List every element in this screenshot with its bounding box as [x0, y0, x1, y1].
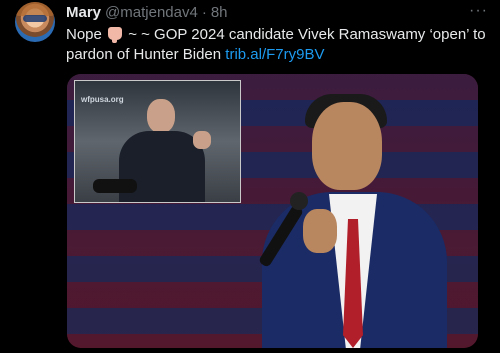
- tweet-text: Nope ~ ~ GOP 2024 candidate Vivek Ramasw…: [66, 25, 486, 65]
- inset-person-hand: [193, 131, 211, 149]
- avatar-glasses: [23, 15, 47, 22]
- speaker-head: [312, 102, 382, 190]
- tweet-header: Mary @matjendav4 · 8h: [66, 4, 228, 21]
- avatar-hair: [15, 2, 55, 16]
- timestamp[interactable]: 8h: [211, 4, 228, 21]
- tweet-link[interactable]: trib.al/F7ry9BV: [225, 46, 324, 63]
- microphone-head: [290, 192, 308, 210]
- inset-photo: wfpusa.org: [74, 80, 241, 203]
- more-options-icon[interactable]: ···: [469, 2, 488, 20]
- author-handle[interactable]: @matjendav4: [105, 4, 198, 21]
- inset-microphones: [93, 179, 137, 193]
- tweet-text-part1: Nope: [66, 26, 102, 43]
- thumbs-down-icon: [108, 27, 123, 43]
- author-name[interactable]: Mary: [66, 4, 101, 21]
- avatar[interactable]: [15, 2, 55, 42]
- separator-dot: ·: [201, 4, 207, 21]
- inset-logo-text: wfpusa.org: [81, 95, 124, 104]
- speaker-hand: [303, 209, 337, 253]
- tweet[interactable]: Mary @matjendav4 · 8h ··· Nope ~ ~ GOP 2…: [0, 0, 500, 353]
- tweet-image[interactable]: wfpusa.org: [67, 74, 478, 348]
- inset-person-head: [147, 99, 175, 133]
